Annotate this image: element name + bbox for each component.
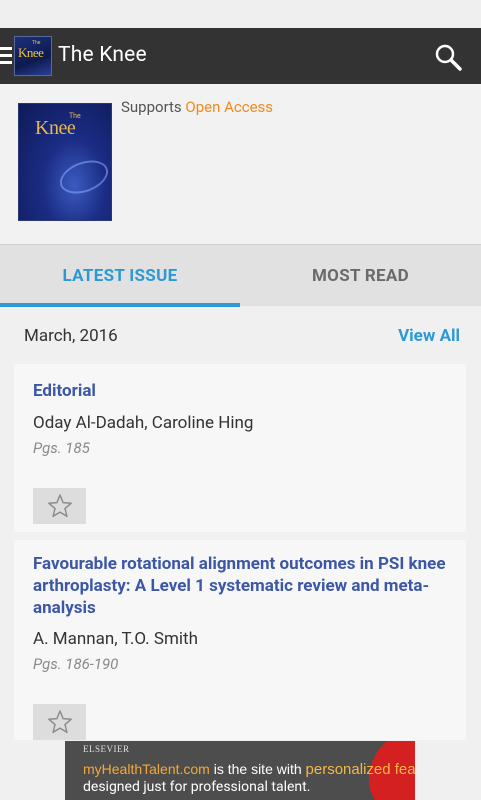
logo-title-text: Knee [18, 45, 44, 60]
status-bar [0, 0, 481, 28]
ad-subline: designed just for professional talent. [83, 779, 311, 795]
article-title[interactable]: Favourable rotational alignment outcomes… [33, 553, 453, 619]
view-all-link[interactable]: View All [398, 326, 460, 346]
article-pages: Pgs. 185 [33, 439, 90, 457]
issue-row: March, 2016 View All [0, 306, 481, 362]
cover-title-text: Knee [35, 117, 76, 139]
issue-date: March, 2016 [24, 326, 118, 346]
open-access-info: Supports Open Access [121, 98, 273, 116]
app-title: The Knee [58, 43, 147, 67]
ad-banner[interactable]: ELSEVIER myHealthTalent.com is the site … [65, 741, 415, 800]
favorite-button[interactable] [33, 704, 86, 740]
menu-icon[interactable] [0, 45, 12, 67]
app-logo[interactable]: The Knee [14, 36, 52, 76]
ad-headline: myHealthTalent.com is the site with pers… [83, 761, 415, 778]
article-card[interactable]: Editorial Oday Al-Dadah, Caroline Hing P… [14, 364, 466, 532]
article-authors: Oday Al-Dadah, Caroline Hing [33, 413, 254, 433]
article-card[interactable]: Favourable rotational alignment outcomes… [14, 540, 466, 740]
star-icon [47, 494, 72, 518]
article-pages: Pgs. 186-190 [33, 655, 119, 673]
ad-site-name: myHealthTalent.com [83, 761, 210, 777]
journal-cover-image: The Knee [18, 103, 112, 221]
article-authors: A. Mannan, T.O. Smith [33, 629, 198, 649]
app-bar: The Knee The Knee [0, 28, 481, 84]
open-access-link[interactable]: Open Access [185, 98, 273, 116]
supports-label: Supports [121, 98, 186, 116]
search-icon[interactable] [434, 43, 462, 71]
favorite-button[interactable] [33, 488, 86, 524]
star-icon [47, 710, 72, 734]
cover-graphic [55, 154, 111, 200]
ad-mid-text: is the site with [209, 761, 306, 777]
tab-most-read[interactable]: MOST READ [240, 245, 481, 307]
tab-latest-issue[interactable]: LATEST ISSUE [0, 245, 240, 307]
ad-brand: ELSEVIER [83, 744, 130, 754]
ad-highlight: personalized features [305, 761, 415, 778]
article-title[interactable]: Editorial [33, 380, 453, 402]
journal-header: The Knee Supports Open Access [0, 84, 481, 244]
tab-bar: LATEST ISSUE MOST READ [0, 244, 481, 307]
